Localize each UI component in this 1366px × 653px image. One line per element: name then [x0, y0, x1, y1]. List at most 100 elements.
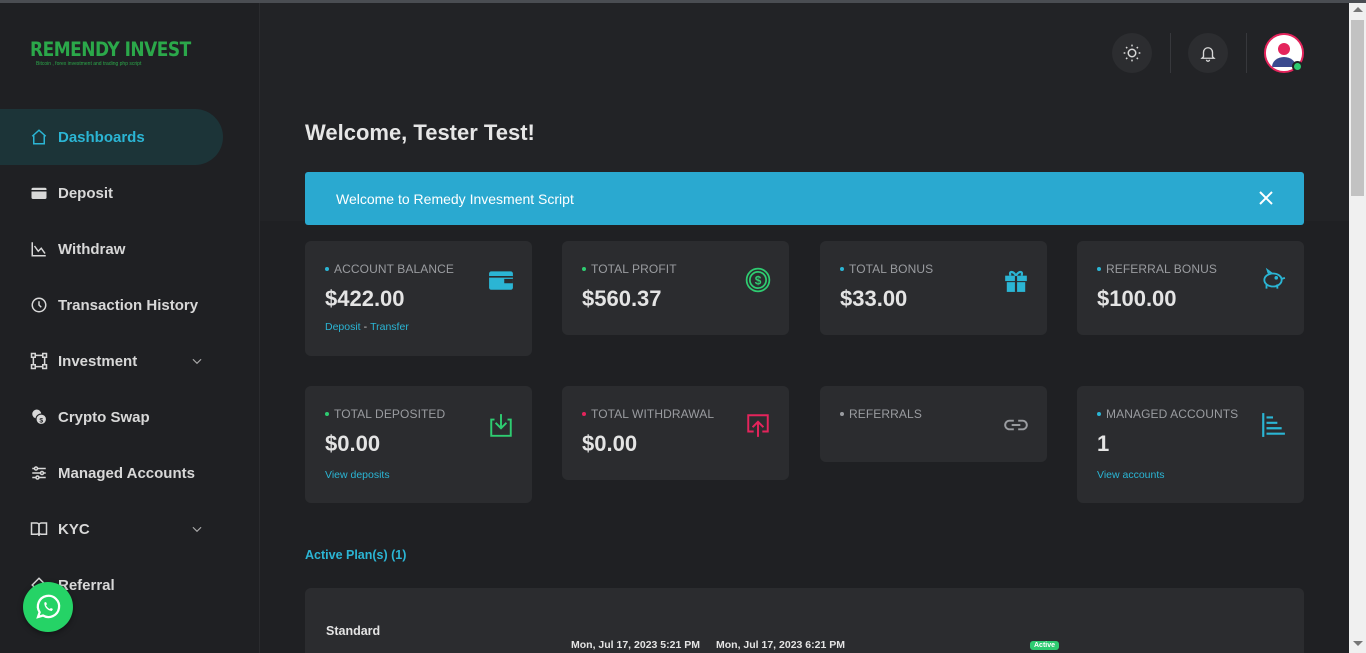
coins-icon: $: [30, 408, 48, 426]
sidebar-item-label: Dashboards: [58, 128, 145, 146]
total-profit-card: TOTAL PROFIT $560.37 $: [562, 241, 789, 335]
card-value: $0.00: [582, 431, 638, 456]
brand-name: REMENDY INVEST: [30, 38, 191, 62]
sidebar-item-withdraw[interactable]: Withdraw: [0, 221, 260, 277]
chart-icon: [30, 240, 48, 258]
sidebar-item-label: Transaction History: [58, 296, 199, 314]
svg-text:$: $: [39, 417, 43, 424]
view-deposits-link[interactable]: View deposits: [325, 469, 390, 481]
status-dot: [582, 267, 586, 271]
plan-name: Standard: [326, 624, 381, 638]
status-dot: [325, 412, 329, 416]
whatsapp-icon: [36, 594, 61, 619]
clock-icon: [30, 296, 48, 314]
card-label: REFERRAL BONUS: [1106, 262, 1217, 276]
scrollbar-thumb[interactable]: [1351, 20, 1364, 196]
plan-row[interactable]: Standard Mon, Jul 17, 2023 5:21 PM Mon, …: [305, 588, 1304, 653]
download-icon: [490, 414, 512, 437]
sidebar-item-label: Withdraw: [58, 240, 126, 258]
scroll-up-arrow-icon[interactable]: [1353, 7, 1363, 12]
card-label: TOTAL DEPOSITED: [334, 407, 446, 421]
status-dot: [582, 412, 586, 416]
header-divider: [1170, 33, 1171, 73]
frame-icon: [30, 352, 48, 370]
total-withdrawal-card: TOTAL WITHDRAWAL $0.00: [562, 386, 789, 480]
gift-icon: [1005, 270, 1027, 292]
sidebar-item-investment[interactable]: Investment: [0, 333, 260, 389]
sidebar-item-label: Deposit: [58, 184, 114, 202]
card-value: 1: [1097, 431, 1110, 456]
whatsapp-chat-button[interactable]: [23, 582, 73, 632]
upload-icon: [747, 414, 769, 437]
home-icon: [30, 128, 48, 146]
referrals-card: REFERRALS: [820, 386, 1047, 462]
bell-icon: [1200, 47, 1216, 62]
active-plans-heading[interactable]: Active Plan(s) (1): [305, 548, 406, 562]
sun-icon: [1123, 44, 1141, 62]
sidebar-item-deposit[interactable]: Deposit: [0, 165, 260, 221]
page-title: Welcome, Tester Test!: [305, 120, 535, 145]
card-value: $560.37: [582, 286, 662, 311]
status-dot: [325, 267, 329, 271]
total-deposited-card: TOTAL DEPOSITED $0.00 View deposits: [305, 386, 532, 503]
card-label: TOTAL PROFIT: [591, 262, 677, 276]
link-icon: [1004, 419, 1028, 431]
piggy-bank-icon: [1263, 267, 1286, 289]
status-dot: [840, 412, 844, 416]
wallet-icon: [30, 184, 48, 202]
view-accounts-link[interactable]: View accounts: [1097, 469, 1165, 481]
list-tree-icon: [1262, 413, 1285, 437]
sidebar-item-kyc[interactable]: KYC: [0, 501, 260, 557]
card-value: $0.00: [325, 431, 381, 456]
managed-accounts-card: MANAGED ACCOUNTS 1 View accounts: [1077, 386, 1304, 503]
deposit-link[interactable]: Deposit: [325, 321, 361, 333]
plan-start-date: Mon, Jul 17, 2023 5:21 PM: [571, 639, 700, 651]
sliders-icon: [30, 464, 48, 482]
card-label: ACCOUNT BALANCE: [334, 262, 454, 276]
referral-bonus-card: REFERRAL BONUS $100.00: [1077, 241, 1304, 335]
status-badge: Active: [1030, 641, 1060, 650]
svg-text:$: $: [755, 273, 762, 287]
card-links: View accounts: [1097, 469, 1165, 481]
card-links: View deposits: [325, 469, 390, 481]
chevron-down-icon[interactable]: [190, 522, 204, 536]
theme-toggle-button[interactable]: [1112, 33, 1152, 73]
sidebar-nav: Dashboards Deposit Withdraw Transaction …: [0, 109, 260, 613]
sidebar-item-managed-accounts[interactable]: Managed Accounts: [0, 445, 260, 501]
account-balance-card: ACCOUNT BALANCE $422.00 Deposit - Transfer: [305, 241, 532, 356]
dollar-coin-icon: $: [745, 267, 771, 293]
sidebar-item-dashboards[interactable]: Dashboards: [0, 109, 223, 165]
sidebar-item-label: Managed Accounts: [58, 464, 195, 482]
sidebar-item-label: KYC: [58, 520, 90, 538]
sidebar-item-transaction-history[interactable]: Transaction History: [0, 277, 260, 333]
header-divider: [1246, 33, 1247, 73]
online-status-indicator: [1292, 61, 1303, 72]
brand-tagline: Bitcoin , forex investment and trading p…: [36, 61, 142, 67]
card-label: TOTAL BONUS: [849, 262, 934, 276]
wallet-icon: [489, 271, 513, 290]
card-links: Deposit - Transfer: [325, 321, 409, 333]
sidebar-item-crypto-swap[interactable]: $ Crypto Swap: [0, 389, 260, 445]
sidebar-item-label: Crypto Swap: [58, 408, 150, 426]
welcome-alert: Welcome to Remedy Invesment Script: [305, 172, 1304, 225]
card-value: $422.00: [325, 286, 405, 311]
card-label: TOTAL WITHDRAWAL: [591, 407, 715, 421]
transfer-link[interactable]: Transfer: [370, 321, 409, 333]
close-icon[interactable]: [1258, 190, 1274, 206]
alert-message: Welcome to Remedy Invesment Script: [336, 190, 574, 207]
plan-end-date: Mon, Jul 17, 2023 6:21 PM: [716, 639, 845, 651]
card-value: $33.00: [840, 286, 908, 311]
book-icon: [30, 520, 48, 538]
sidebar-item-label: Investment: [58, 352, 138, 370]
status-dot: [1097, 267, 1101, 271]
status-dot: [1097, 412, 1101, 416]
card-label: MANAGED ACCOUNTS: [1106, 407, 1239, 421]
scroll-down-arrow-icon[interactable]: [1353, 641, 1363, 646]
notifications-button[interactable]: [1188, 33, 1228, 73]
sidebar: REMENDY INVEST Bitcoin , forex investmen…: [0, 3, 260, 653]
total-bonus-card: TOTAL BONUS $33.00: [820, 241, 1047, 335]
card-value: $100.00: [1097, 286, 1177, 311]
brand-logo[interactable]: REMENDY INVEST Bitcoin , forex investmen…: [30, 38, 191, 68]
status-dot: [840, 267, 844, 271]
chevron-down-icon[interactable]: [190, 354, 204, 368]
